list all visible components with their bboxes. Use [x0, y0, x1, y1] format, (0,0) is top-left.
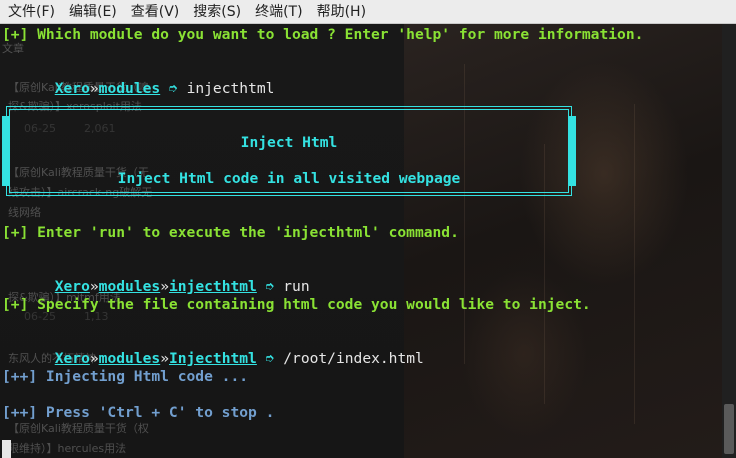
prompt-separator: »: [89, 350, 99, 367]
menu-file[interactable]: 文件(F): [4, 0, 59, 24]
prompt-separator: »: [160, 278, 169, 295]
prompt-path: modules: [98, 80, 161, 97]
scrollbar-thumb[interactable]: [724, 404, 734, 454]
menu-terminal[interactable]: 终端(T): [251, 0, 306, 24]
prompt-module: injecthtml: [168, 278, 257, 295]
menu-search[interactable]: 搜索(S): [189, 0, 245, 24]
output-line-injecting: [++] Injecting Html code ...: [2, 368, 249, 385]
output-line-stop-hint: [++] Press 'Ctrl + C' to stop .: [2, 404, 275, 421]
bg-text: 限维持）】hercules用法: [8, 442, 127, 455]
prompt-user: Xero: [54, 350, 90, 367]
prompt-user: Xero: [54, 278, 90, 295]
banner-title: Inject Html: [240, 134, 338, 151]
banner-description: Inject Html code in all visited webpage: [117, 170, 461, 187]
terminal-cursor: [2, 440, 11, 458]
prompt-separator: »: [89, 80, 99, 97]
prompt-path: modules: [98, 278, 161, 295]
output-line-module-prompt: [+] Which module do you want to load ? E…: [2, 26, 644, 43]
terminal-window: 文件(F) 编辑(E) 查看(V) 搜索(S) 终端(T) 帮助(H) 文章 【…: [0, 0, 736, 458]
output-line-specify-file: [+] Specify the file containing html cod…: [2, 296, 591, 313]
prompt-separator: »: [89, 278, 99, 295]
scrollbar[interactable]: [722, 24, 736, 458]
terminal-area[interactable]: 文章 【原创Kali教程质量干货（嗅 探&欺骗）】xerosploit用法 06…: [0, 24, 736, 458]
command-text: injecthtml: [186, 80, 275, 97]
menubar: 文件(F) 编辑(E) 查看(V) 搜索(S) 终端(T) 帮助(H): [0, 0, 736, 24]
prompt-path: modules: [98, 350, 161, 367]
bg-text: 线网络: [8, 206, 41, 219]
command-text: /root/index.html: [283, 350, 424, 367]
menu-edit[interactable]: 编辑(E): [65, 0, 121, 24]
prompt-user: Xero: [54, 80, 90, 97]
prompt-module: Injecthtml: [168, 350, 257, 367]
bg-text: 【原创Kali教程质量干货（权: [8, 422, 149, 435]
command-text: run: [283, 278, 310, 295]
output-line-run-hint: [+] Enter 'run' to execute the 'injectht…: [2, 224, 459, 241]
menu-help[interactable]: 帮助(H): [313, 0, 370, 24]
menu-view[interactable]: 查看(V): [127, 0, 184, 24]
prompt-arrow-icon: ➮: [168, 80, 178, 97]
prompt-separator: »: [160, 350, 169, 367]
